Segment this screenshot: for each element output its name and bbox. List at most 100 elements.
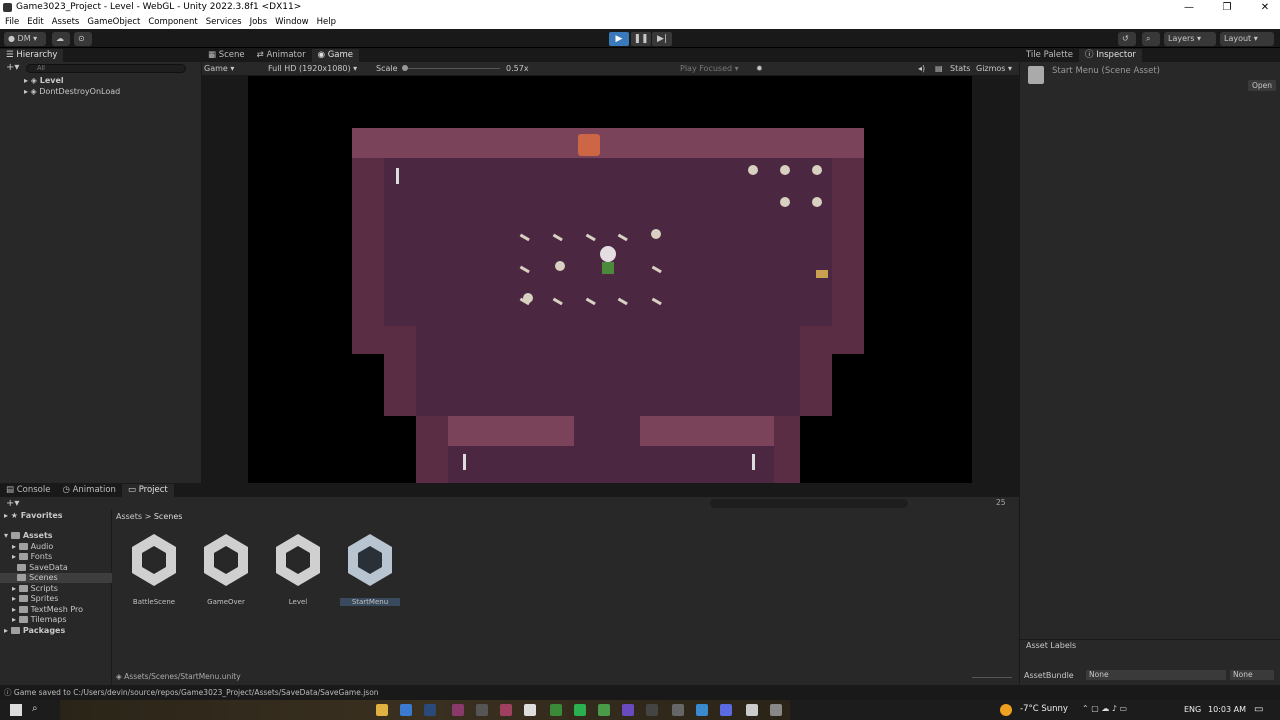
breadcrumb-scenes[interactable]: Scenes	[154, 512, 183, 521]
tab-project[interactable]: ▭ Project	[121, 484, 174, 497]
steam-icon[interactable]	[424, 704, 436, 716]
hierarchy-item-level[interactable]: ▸ ◈ Level	[24, 76, 64, 86]
step-button[interactable]: ▶|	[652, 32, 672, 46]
app-icon[interactable]	[476, 704, 488, 716]
asset-gameover[interactable]: GameOver	[196, 532, 256, 606]
icon-size-slider[interactable]	[972, 677, 1012, 678]
hierarchy-item-dontdestroyonload[interactable]: ▸ ◈ DontDestroyOnLoad	[24, 87, 120, 97]
app-icon[interactable]	[672, 704, 684, 716]
app-icon[interactable]	[696, 704, 708, 716]
bottom-tabbar: ▤ Console ◷ Animation ▭ Project	[0, 484, 1019, 497]
app-icon[interactable]	[524, 704, 536, 716]
asset-variant-value: None	[1233, 670, 1253, 679]
history-icon[interactable]: ↺	[1118, 32, 1136, 46]
discord-icon[interactable]	[720, 704, 732, 716]
project-add-icon[interactable]: +▾	[6, 498, 19, 509]
search-icon[interactable]: ⌕	[1142, 32, 1160, 46]
project-search-input[interactable]	[710, 499, 908, 508]
menu-jobs[interactable]: Jobs	[250, 15, 268, 29]
tab-animation[interactable]: ◷ Animation	[56, 484, 121, 497]
tab-game[interactable]: ◉ Game	[311, 49, 360, 62]
play-focused-label: Play Focused	[680, 64, 733, 73]
tab-scene[interactable]: ▦ Scene	[202, 49, 251, 62]
windows-start-icon[interactable]	[10, 704, 22, 716]
folder-tilemaps[interactable]: ▸ Tilemaps	[12, 615, 67, 625]
tab-tile-palette[interactable]: Tile Palette	[1020, 49, 1079, 62]
menu-edit[interactable]: Edit	[27, 15, 43, 29]
tab-animator[interactable]: ⇄ Animator	[251, 49, 312, 62]
packages-item[interactable]: ▸ Packages	[4, 626, 65, 636]
menu-component[interactable]: Component	[148, 15, 197, 29]
unity-hub-icon[interactable]	[746, 704, 758, 716]
tab-hierarchy[interactable]: ☰ Hierarchy	[0, 49, 64, 62]
minimize-button[interactable]: —	[1182, 0, 1196, 15]
folder-scripts[interactable]: ▸ Scripts	[12, 584, 58, 594]
pause-button[interactable]: ❚❚	[631, 32, 651, 46]
search-icon[interactable]: ⌕	[32, 703, 38, 714]
layers-dropdown[interactable]: Layers ▾	[1164, 32, 1216, 46]
close-button[interactable]: ✕	[1258, 0, 1272, 15]
collab-icon[interactable]: ⊙	[74, 32, 92, 46]
mute-audio-icon[interactable]: ◂)	[918, 62, 925, 75]
notification-icon[interactable]: ▭	[1254, 704, 1263, 715]
chrome-icon[interactable]	[598, 704, 610, 716]
maximize-button[interactable]: ❐	[1220, 0, 1234, 15]
favorites-item[interactable]: ▸ ★ Favorites	[4, 511, 63, 521]
tab-inspector[interactable]: ⓘ Inspector	[1079, 49, 1142, 62]
breadcrumb-assets[interactable]: Assets	[116, 512, 142, 521]
menu-window[interactable]: Window	[275, 15, 309, 29]
folder-scenes[interactable]: Scenes	[0, 573, 112, 583]
tray-icons[interactable]: ⌃ ▢ ☁ ♪ ▭	[1082, 704, 1127, 713]
file-explorer-icon[interactable]	[376, 704, 388, 716]
asset-startmenu[interactable]: StartMenu	[340, 532, 400, 606]
menu-file[interactable]: File	[5, 15, 19, 29]
folder-fonts[interactable]: ▸ Fonts	[12, 552, 52, 562]
asset-bundle-dropdown[interactable]: None	[1086, 670, 1226, 680]
app-icon[interactable]	[500, 704, 512, 716]
asset-battlescene[interactable]: BattleScene	[124, 532, 184, 606]
folder-sprites[interactable]: ▸ Sprites	[12, 594, 58, 604]
app-icon[interactable]	[550, 704, 562, 716]
resolution-dropdown[interactable]: Full HD (1920x1080) ▾	[268, 62, 357, 75]
weather-widget[interactable]: -7°C Sunny	[1020, 704, 1068, 714]
language-indicator[interactable]: ENG	[1184, 705, 1201, 714]
spotify-icon[interactable]	[574, 704, 586, 716]
asset-variant-dropdown[interactable]: None	[1230, 670, 1274, 680]
menu-help[interactable]: Help	[317, 15, 336, 29]
assets-root-item[interactable]: ▾ Assets	[4, 531, 53, 541]
asset-level[interactable]: Level	[268, 532, 328, 606]
key-sprite	[816, 270, 828, 278]
unity-scene-icon	[132, 534, 176, 586]
add-icon[interactable]: +▾	[6, 62, 19, 73]
account-dropdown[interactable]: ● DM ▾	[4, 32, 46, 46]
folder-label: TextMesh Pro	[30, 604, 84, 614]
folder-audio[interactable]: ▸ Audio	[12, 542, 53, 552]
app-icon[interactable]	[400, 704, 412, 716]
scale-slider[interactable]	[402, 65, 500, 71]
gizmos-dropdown[interactable]: Gizmos ▾	[976, 62, 1012, 75]
tab-animation-label: Animation	[72, 485, 116, 495]
tab-console[interactable]: ▤ Console	[0, 484, 56, 497]
display-dropdown[interactable]: Game ▾	[204, 62, 234, 75]
unity-icon[interactable]	[770, 704, 782, 716]
folder-savedata[interactable]: SaveData	[12, 563, 68, 573]
cloud-icon[interactable]: ☁	[52, 32, 70, 46]
menu-gameobject[interactable]: GameObject	[87, 15, 140, 29]
bug-icon[interactable]: ✹	[756, 62, 763, 75]
menu-services[interactable]: Services	[206, 15, 242, 29]
play-focused-dropdown[interactable]: Play Focused ▾	[680, 62, 739, 75]
play-button[interactable]: ▶	[609, 32, 629, 46]
display-stats-icon[interactable]: ▤	[935, 62, 943, 75]
folder-textmesh-pro[interactable]: ▸ TextMesh Pro	[12, 605, 83, 615]
hierarchy-search-input[interactable]	[26, 64, 186, 73]
menu-assets[interactable]: Assets	[52, 15, 80, 29]
open-button[interactable]: Open	[1248, 80, 1276, 91]
game-viewport[interactable]	[248, 76, 972, 486]
stats-button[interactable]: Stats	[950, 62, 970, 75]
visual-studio-icon[interactable]	[622, 704, 634, 716]
clock[interactable]: 10:03 AM	[1208, 705, 1246, 714]
scale-slider-handle[interactable]	[402, 65, 408, 71]
layout-dropdown[interactable]: Layout ▾	[1220, 32, 1274, 46]
github-icon[interactable]	[646, 704, 658, 716]
app-icon[interactable]	[452, 704, 464, 716]
